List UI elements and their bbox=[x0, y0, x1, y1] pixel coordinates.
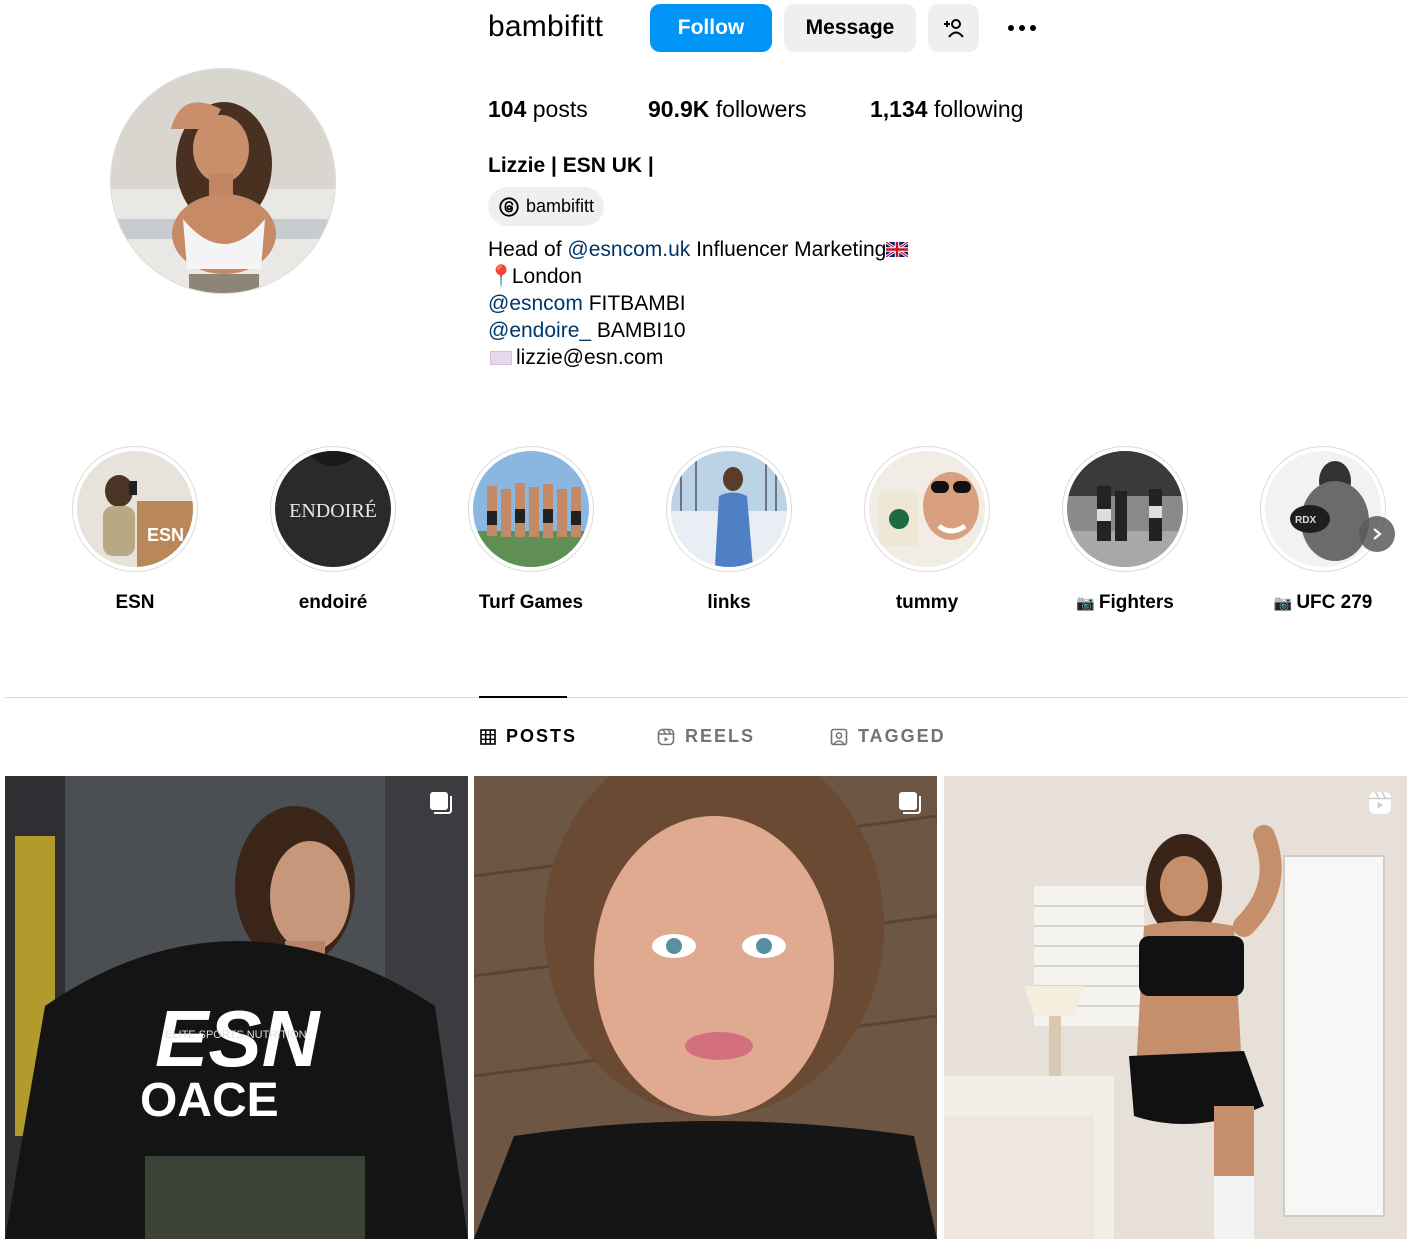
tab-reels[interactable]: REELS bbox=[657, 726, 755, 747]
highlight-cover: ENDOIRÉ bbox=[270, 446, 396, 572]
highlight-turf-games[interactable]: Turf Games bbox=[431, 446, 631, 614]
tabs-divider bbox=[5, 697, 1407, 698]
post-image: ESN ELITE SPORTS NUTRITION OACE bbox=[5, 776, 468, 1239]
posts-label: posts bbox=[532, 96, 588, 122]
bio-mention-esncom-uk[interactable]: @esncom.uk bbox=[567, 238, 690, 261]
message-button[interactable]: Message bbox=[784, 4, 916, 52]
reels-icon bbox=[657, 728, 675, 745]
posts-count: 104 bbox=[488, 96, 527, 122]
threads-icon bbox=[499, 196, 519, 217]
bio-text: FITBAMBI bbox=[582, 292, 686, 315]
highlights-next-button[interactable] bbox=[1359, 516, 1395, 552]
shirt-text: OACE bbox=[140, 1074, 279, 1127]
story-highlights: ESN ESN ENDOIRÉ endoiré Turf Games links… bbox=[0, 446, 1413, 626]
following-count: 1,134 bbox=[870, 96, 928, 122]
following-label: following bbox=[933, 96, 1024, 122]
highlight-tummy[interactable]: tummy bbox=[827, 446, 1027, 614]
tagged-icon bbox=[830, 728, 848, 745]
highlight-links[interactable]: links bbox=[629, 446, 829, 614]
bio-line-3: @esncom FITBAMBI bbox=[488, 290, 908, 317]
bio-line-5: lizzie@esn.com bbox=[488, 344, 908, 371]
envelope-icon bbox=[490, 351, 512, 365]
highlight-label-text: UFC 279 bbox=[1296, 592, 1373, 613]
svg-text:RDX: RDX bbox=[1295, 515, 1316, 526]
suggested-accounts-button[interactable] bbox=[928, 4, 979, 52]
highlight-cover: RDX bbox=[1260, 446, 1386, 572]
post-tile-3[interactable] bbox=[944, 776, 1407, 1239]
followers-count: 90.9K bbox=[648, 96, 710, 122]
pin-icon: 📍 bbox=[488, 265, 515, 288]
bio-line-1: Head of @esncom.uk Influencer Marketing bbox=[488, 236, 909, 263]
bio-line-2: 📍 London bbox=[488, 263, 908, 290]
threads-handle: bambifitt bbox=[526, 196, 595, 216]
highlight-endoire[interactable]: ENDOIRÉ endoiré bbox=[233, 446, 433, 614]
camera-icon: 📷 bbox=[1076, 595, 1095, 612]
highlight-cover bbox=[666, 446, 792, 572]
highlight-label: ESN bbox=[115, 592, 155, 613]
highlight-esn[interactable]: ESN ESN bbox=[35, 446, 235, 614]
stat-following[interactable]: 1,134 following bbox=[870, 96, 1023, 123]
tab-label: REELS bbox=[685, 726, 756, 746]
bio-text: Head of bbox=[488, 238, 568, 261]
highlight-label: 📷 UFC 279 bbox=[1223, 592, 1413, 614]
profile-bio: Head of @esncom.uk Influencer Marketing … bbox=[488, 236, 909, 371]
carousel-icon bbox=[430, 792, 452, 814]
stat-followers[interactable]: 90.9K followers bbox=[648, 96, 807, 123]
post-image bbox=[944, 776, 1407, 1239]
highlight-cover bbox=[1062, 446, 1188, 572]
profile-full-name: Lizzie | ESN UK | bbox=[488, 154, 654, 177]
bio-mention-esncom[interactable]: @esncom bbox=[488, 292, 583, 315]
uk-flag-icon bbox=[886, 242, 909, 257]
highlight-label-text: Fighters bbox=[1098, 592, 1174, 613]
post-image bbox=[474, 776, 937, 1239]
shirt-subtitle: ELITE SPORTS NUTRITION bbox=[165, 1029, 307, 1041]
svg-text:ESN: ESN bbox=[147, 525, 184, 545]
threads-link[interactable]: bambifitt bbox=[488, 187, 605, 226]
highlight-label: endoiré bbox=[298, 592, 368, 613]
highlight-label: Turf Games bbox=[478, 592, 584, 613]
follow-button[interactable]: Follow bbox=[650, 4, 772, 52]
carousel-icon bbox=[899, 792, 921, 814]
highlight-cover: ESN bbox=[72, 446, 198, 572]
highlight-label: 📷 Fighters bbox=[1025, 592, 1225, 614]
stat-posts: 104 posts bbox=[488, 96, 588, 123]
bio-location: London bbox=[511, 265, 582, 288]
bio-text: Influencer Marketing bbox=[690, 238, 887, 261]
add-person-icon bbox=[943, 19, 964, 38]
highlight-fighters[interactable]: 📷 Fighters bbox=[1025, 446, 1225, 614]
tab-posts[interactable]: POSTS bbox=[480, 726, 577, 747]
highlight-cover bbox=[468, 446, 594, 572]
tab-label: TAGGED bbox=[858, 726, 946, 746]
highlight-cover bbox=[864, 446, 990, 572]
grid-icon bbox=[480, 728, 496, 745]
chevron-right-icon bbox=[1373, 528, 1382, 540]
highlight-label: tummy bbox=[895, 592, 959, 613]
more-dots-icon bbox=[1008, 25, 1036, 31]
post-tile-1[interactable]: ESN ELITE SPORTS NUTRITION OACE bbox=[5, 776, 468, 1239]
bio-text: BAMBI10 bbox=[591, 319, 686, 342]
tab-label: POSTS bbox=[506, 726, 578, 746]
more-options-button[interactable] bbox=[998, 4, 1046, 52]
bio-mention-endoire[interactable]: @endoire_ bbox=[488, 319, 591, 342]
post-tile-2[interactable] bbox=[474, 776, 937, 1239]
bio-line-4: @endoire_ BAMBI10 bbox=[488, 317, 908, 344]
highlight-label: links bbox=[707, 592, 751, 613]
reel-icon bbox=[1369, 791, 1391, 814]
profile-avatar[interactable] bbox=[110, 68, 336, 294]
active-tab-indicator bbox=[479, 696, 567, 698]
bio-email: lizzie@esn.com bbox=[516, 346, 664, 369]
tab-tagged[interactable]: TAGGED bbox=[830, 726, 946, 747]
profile-username: bambifitt bbox=[488, 10, 604, 43]
camera-icon: 📷 bbox=[1273, 595, 1293, 612]
followers-label: followers bbox=[715, 96, 807, 122]
highlight-cover-text: ENDOIRÉ bbox=[289, 499, 377, 522]
